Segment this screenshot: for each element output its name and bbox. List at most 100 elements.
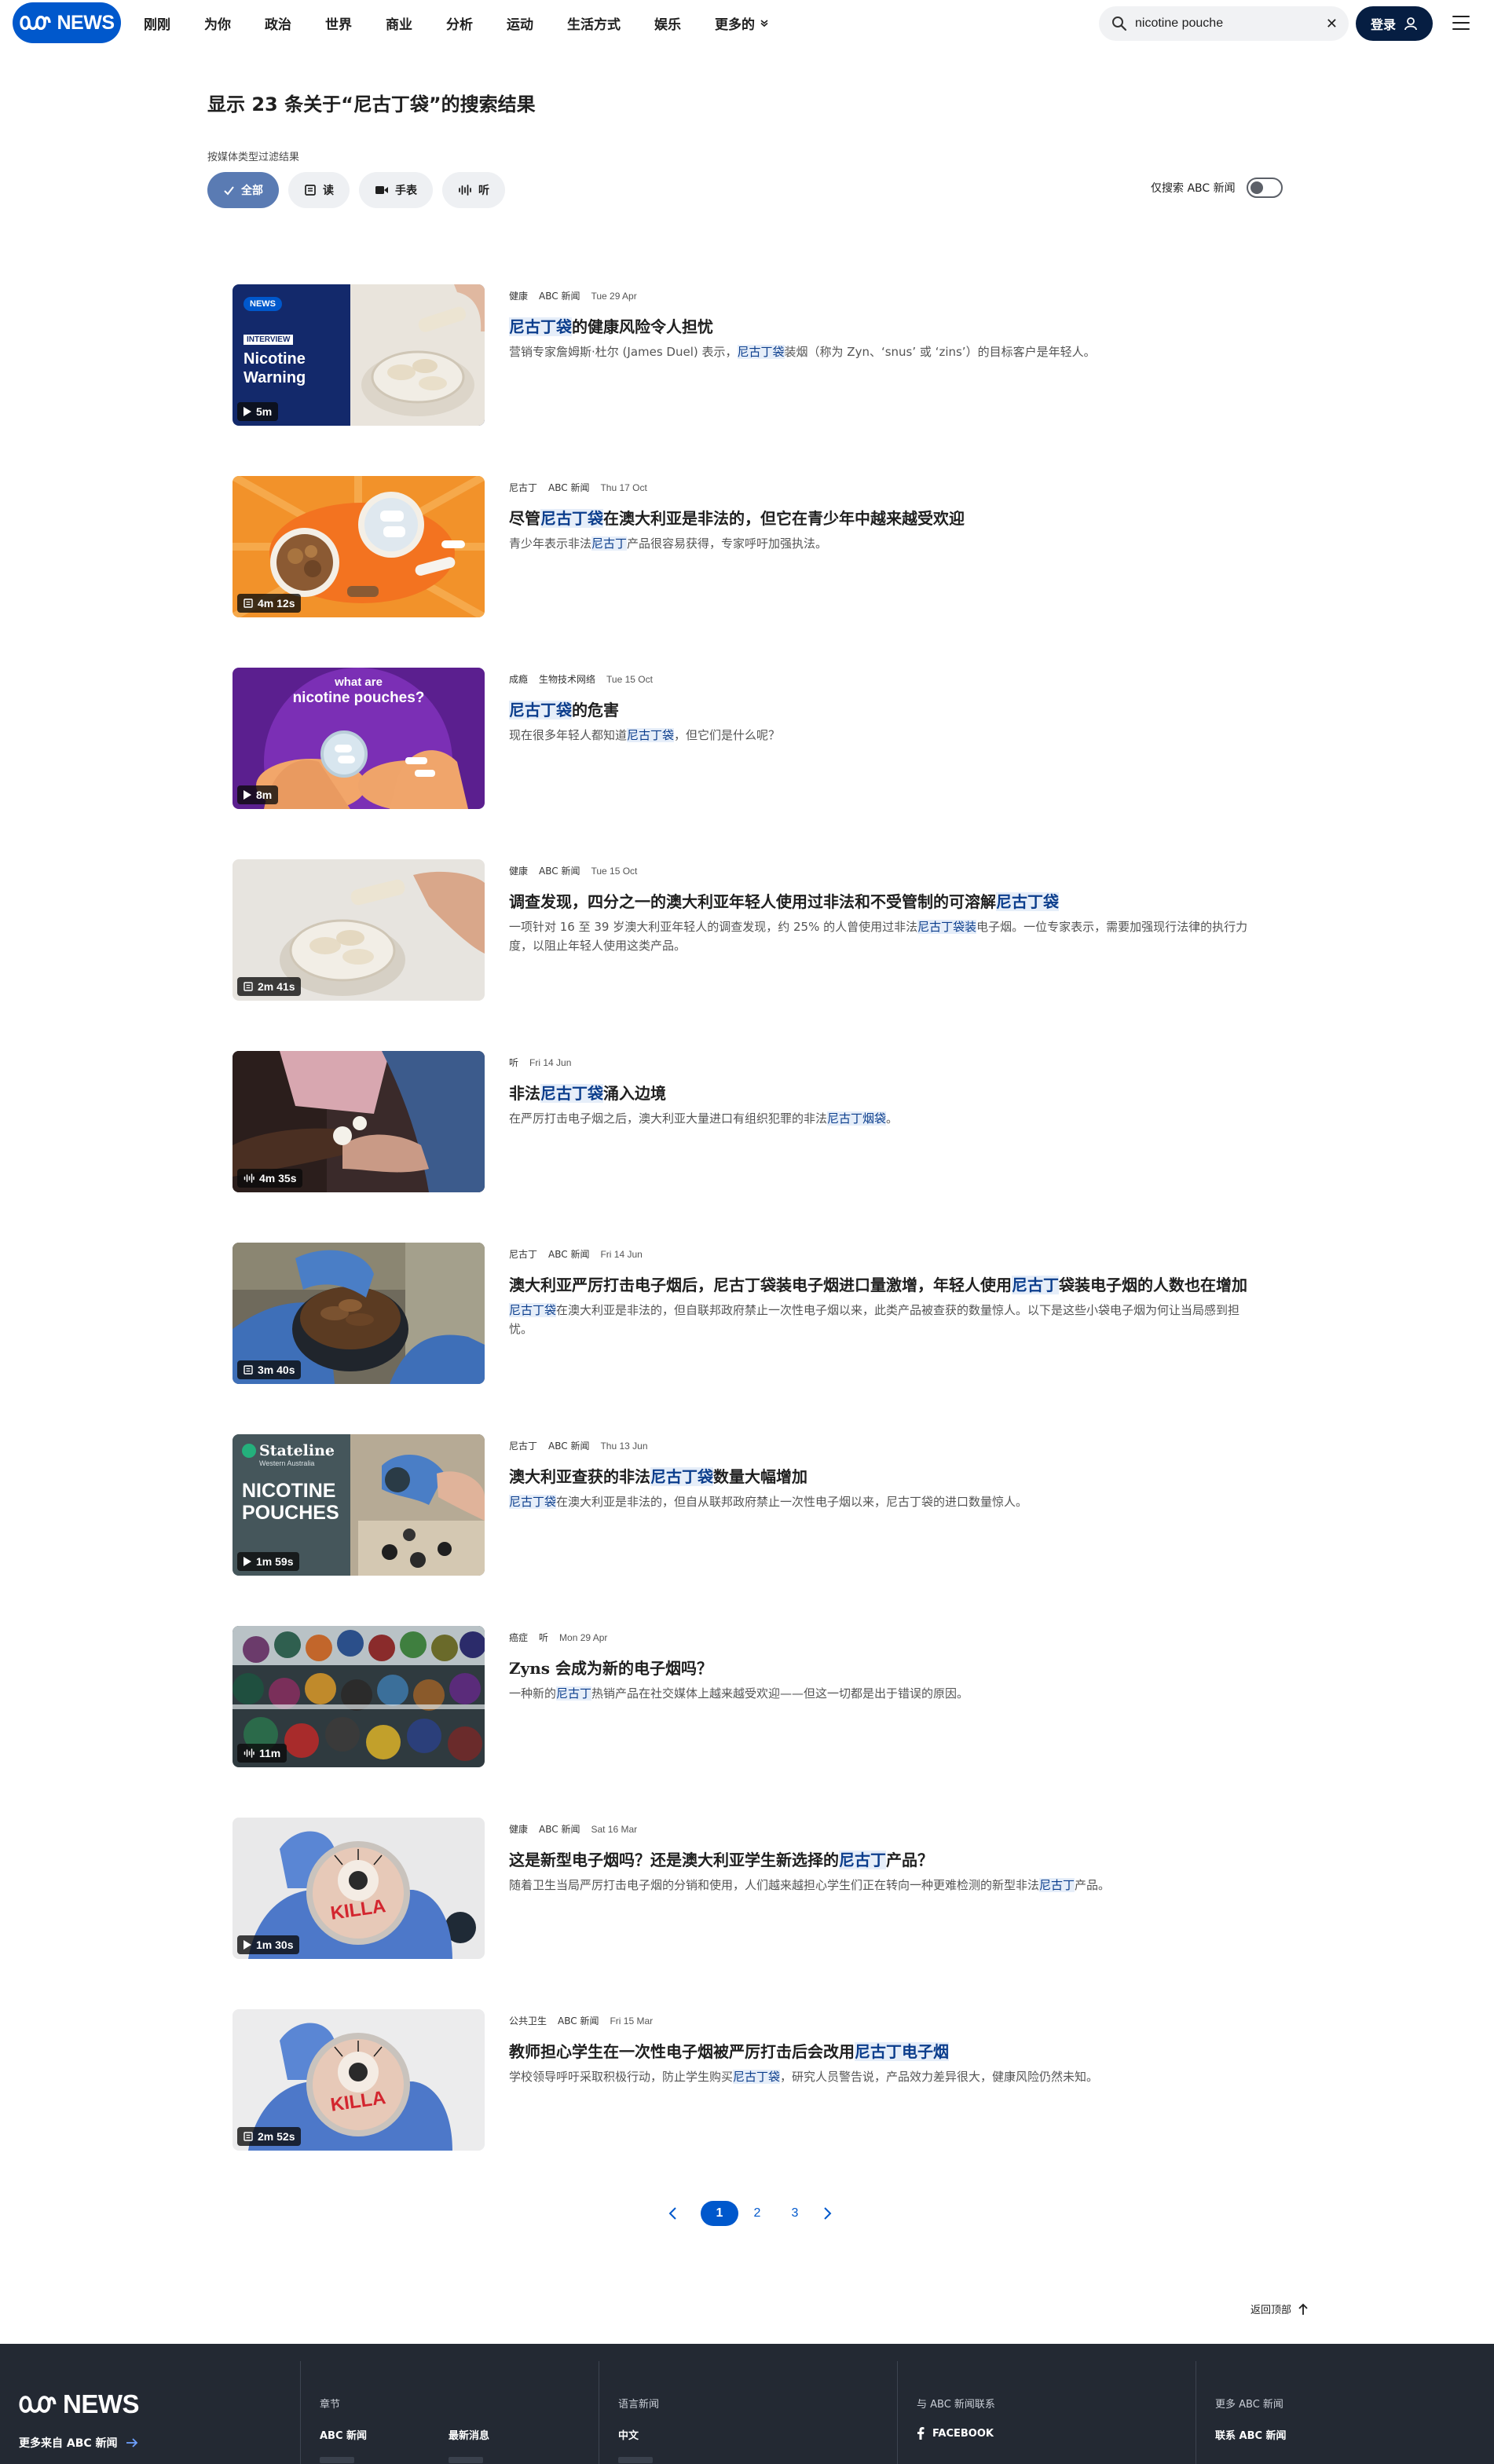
result-thumbnail[interactable]: 11m (233, 1626, 485, 1767)
footer-link-latest[interactable]: 最新消息 (449, 2427, 489, 2442)
result-item[interactable]: 4m 12s 尼古丁 ABC 新闻 Thu 17 Oct 尽管尼古丁袋在澳大利亚是非… (233, 476, 1285, 617)
result-item[interactable]: NEWS INTERVIEW Nicotine Warning 5m 健康 ABC… (233, 284, 1285, 426)
audio-icon (459, 185, 471, 196)
result-tag[interactable]: 健康 (509, 1822, 528, 1836)
result-tag[interactable]: 尼古丁 (509, 481, 537, 494)
nav-item-politics[interactable]: 政治 (265, 13, 291, 33)
footer-link-facebook[interactable]: FACEBOOK (917, 2427, 994, 2440)
result-thumbnail[interactable]: 2m 41s (233, 859, 485, 1001)
result-thumbnail[interactable]: 4m 12s (233, 476, 485, 617)
article-icon (244, 2132, 253, 2141)
result-tag[interactable]: 健康 (509, 864, 528, 877)
result-item[interactable]: what are nicotine pouches? 8m 成瘾 生物技术网络 Tu… (233, 668, 1285, 809)
text-segment: 产品。 (1075, 1878, 1111, 1892)
back-to-top-link[interactable]: 返回顶部 (1250, 2301, 1309, 2316)
nav-item-business[interactable]: 商业 (386, 13, 412, 33)
result-tag[interactable]: 健康 (509, 289, 528, 302)
next-page-icon[interactable] (815, 2202, 839, 2225)
filter-chip-listen[interactable]: 听 (442, 172, 505, 208)
result-item[interactable]: KILLA 1m 30s 健康 ABC 新闻 Sat 16 Mar 这是新型电子烟吗… (233, 1818, 1285, 1959)
filter-chip-read[interactable]: 读 (288, 172, 350, 208)
search-term-highlight: 尼古丁袋 (737, 345, 785, 359)
footer-link-contact[interactable]: 联系 ABC 新闻 (1215, 2427, 1287, 2442)
page-3-button[interactable]: 3 (776, 2201, 814, 2226)
result-tag[interactable]: 听 (509, 1056, 518, 1069)
nav-item-analysis[interactable]: 分析 (446, 13, 473, 33)
result-meta: 尼古丁 ABC 新闻 Thu 17 Oct (509, 481, 647, 494)
result-tag[interactable]: ABC 新闻 (539, 1822, 580, 1836)
result-tag[interactable]: 公共卫生 (509, 2014, 547, 2027)
login-button[interactable]: 登录 (1356, 6, 1433, 41)
prev-page-icon[interactable] (661, 2202, 685, 2225)
nav-item-just-in[interactable]: 刚刚 (144, 13, 170, 33)
result-headline[interactable]: 这是新型电子烟吗？还是澳大利亚学生新选择的尼古丁产品？ (509, 1847, 1279, 1870)
clear-search-icon[interactable]: ✕ (1326, 16, 1338, 32)
result-tag[interactable]: ABC 新闻 (539, 289, 580, 302)
result-thumbnail[interactable]: Stateline Western Australia NICOTINE POU… (233, 1434, 485, 1576)
nav-item-sport[interactable]: 运动 (507, 13, 533, 33)
page-2-button[interactable]: 2 (738, 2201, 776, 2226)
text-segment: 教师担心学生在一次性电子烟被严厉打击后会改用 (509, 2042, 855, 2061)
result-tag[interactable]: 听 (539, 1631, 548, 1644)
result-item[interactable]: 3m 40s 尼古丁 ABC 新闻 Fri 14 Jun 澳大利亚严厉打击电子烟后，… (233, 1243, 1285, 1384)
result-thumbnail[interactable]: 3m 40s (233, 1243, 485, 1384)
result-item[interactable]: Stateline Western Australia NICOTINE POU… (233, 1434, 1285, 1576)
abc-news-logo[interactable]: NEWS (13, 2, 121, 43)
result-tag[interactable]: ABC 新闻 (548, 1247, 589, 1261)
duration-text: 3m 40s (258, 1364, 295, 1376)
result-headline[interactable]: 非法尼古丁袋涌入边境 (509, 1081, 1279, 1104)
nav-item-more[interactable]: 更多的 (715, 13, 769, 33)
text-segment: ，研究人员警告说，产品效力差异很大，健康风险仍然未知。 (780, 2070, 1099, 2084)
result-tag[interactable]: 尼古丁 (509, 1247, 537, 1261)
footer-logo[interactable]: NEWS (19, 2389, 140, 2419)
footer-link-chinese[interactable]: 中文 (618, 2427, 639, 2442)
nav-item-for-you[interactable]: 为你 (204, 13, 231, 33)
result-headline[interactable]: 尽管尼古丁袋在澳大利亚是非法的，但它在青少年中越来越受欢迎 (509, 506, 1279, 529)
abc-only-toggle[interactable] (1246, 178, 1283, 198)
result-thumbnail[interactable]: NEWS INTERVIEW Nicotine Warning 5m (233, 284, 485, 426)
result-headline[interactable]: 尼古丁袋的健康风险令人担忧 (509, 314, 1279, 337)
result-tag[interactable]: 生物技术网络 (539, 672, 595, 686)
nav-item-entertainment[interactable]: 娱乐 (654, 13, 681, 33)
result-thumbnail[interactable]: KILLA 2m 52s (233, 2009, 485, 2151)
result-headline[interactable]: 教师担心学生在一次性电子烟被严厉打击后会改用尼古丁电子烟 (509, 2039, 1279, 2062)
result-item[interactable]: KILLA 2m 52s 公共卫生 ABC 新闻 Fri 15 Mar 教师担心学生… (233, 2009, 1285, 2151)
result-tag[interactable]: ABC 新闻 (548, 481, 589, 494)
result-headline[interactable]: 尼古丁袋的危害 (509, 697, 1279, 720)
result-item[interactable]: 4m 35s 听 Fri 14 Jun 非法尼古丁袋涌入边境 在严厉打击电子烟之后… (233, 1051, 1285, 1192)
filter-chip-watch[interactable]: 手表 (359, 172, 433, 208)
page-1-button[interactable]: 1 (701, 2201, 738, 2226)
nav-item-lifestyle[interactable]: 生活方式 (567, 13, 621, 33)
result-headline[interactable]: 澳大利亚查获的非法尼古丁袋数量大幅增加 (509, 1464, 1279, 1487)
text-segment: 产品？ (886, 1851, 933, 1869)
footer-link-abc-news[interactable]: ABC 新闻 (320, 2427, 367, 2442)
result-headline[interactable]: 澳大利亚严厉打击电子烟后，尼古丁袋装电子烟进口量激增，年轻人使用尼古丁袋装电子烟… (509, 1272, 1279, 1295)
nav-item-world[interactable]: 世界 (325, 13, 352, 33)
result-thumbnail[interactable]: KILLA 1m 30s (233, 1818, 485, 1959)
hamburger-menu-icon[interactable] (1450, 13, 1472, 32)
more-from-abc-link[interactable]: 更多来自 ABC 新闻 (19, 2435, 138, 2451)
result-description: 在严厉打击电子烟之后，澳大利亚大量进口有组织犯罪的非法尼古丁烟袋。 (509, 1109, 1263, 1128)
filter-chip-all[interactable]: 全部 (207, 172, 279, 208)
search-input[interactable] (1135, 16, 1326, 31)
result-tag[interactable]: ABC 新闻 (548, 1439, 589, 1452)
result-item[interactable]: 11m 癌症听 Mon 29 Apr Zyns 会成为新的电子烟吗？ 一种新的尼古… (233, 1626, 1285, 1767)
result-tag[interactable]: 尼古丁 (509, 1439, 537, 1452)
check-icon (224, 185, 234, 196)
result-item[interactable]: 2m 41s 健康 ABC 新闻 Tue 15 Oct 调查发现，四分之一的澳大利亚… (233, 859, 1285, 1001)
result-tag[interactable]: ABC 新闻 (558, 2014, 599, 2027)
footer-logo-text: NEWS (63, 2389, 140, 2418)
result-thumbnail[interactable]: what are nicotine pouches? 8m (233, 668, 485, 809)
result-tag[interactable]: 癌症 (509, 1631, 528, 1644)
back-to-top-label: 返回顶部 (1250, 2305, 1292, 2316)
search-term-highlight: 尼古丁袋 (996, 892, 1059, 911)
text-segment: 。 (886, 1111, 899, 1126)
duration-badge: 3m 40s (237, 1360, 302, 1379)
result-thumbnail[interactable]: 4m 35s (233, 1051, 485, 1192)
footer-col-more-abc: 更多 ABC 新闻 联系 ABC 新闻 (1196, 2361, 1494, 2464)
result-tag[interactable]: 成瘾 (509, 672, 528, 686)
result-headline[interactable]: 调查发现，四分之一的澳大利亚年轻人使用过非法和不受管制的可溶解尼古丁袋 (509, 889, 1279, 912)
thumb-brand-sub: Western Australia (259, 1459, 315, 1467)
result-tag[interactable]: ABC 新闻 (539, 864, 580, 877)
result-headline[interactable]: Zyns 会成为新的电子烟吗？ (509, 1656, 1279, 1679)
